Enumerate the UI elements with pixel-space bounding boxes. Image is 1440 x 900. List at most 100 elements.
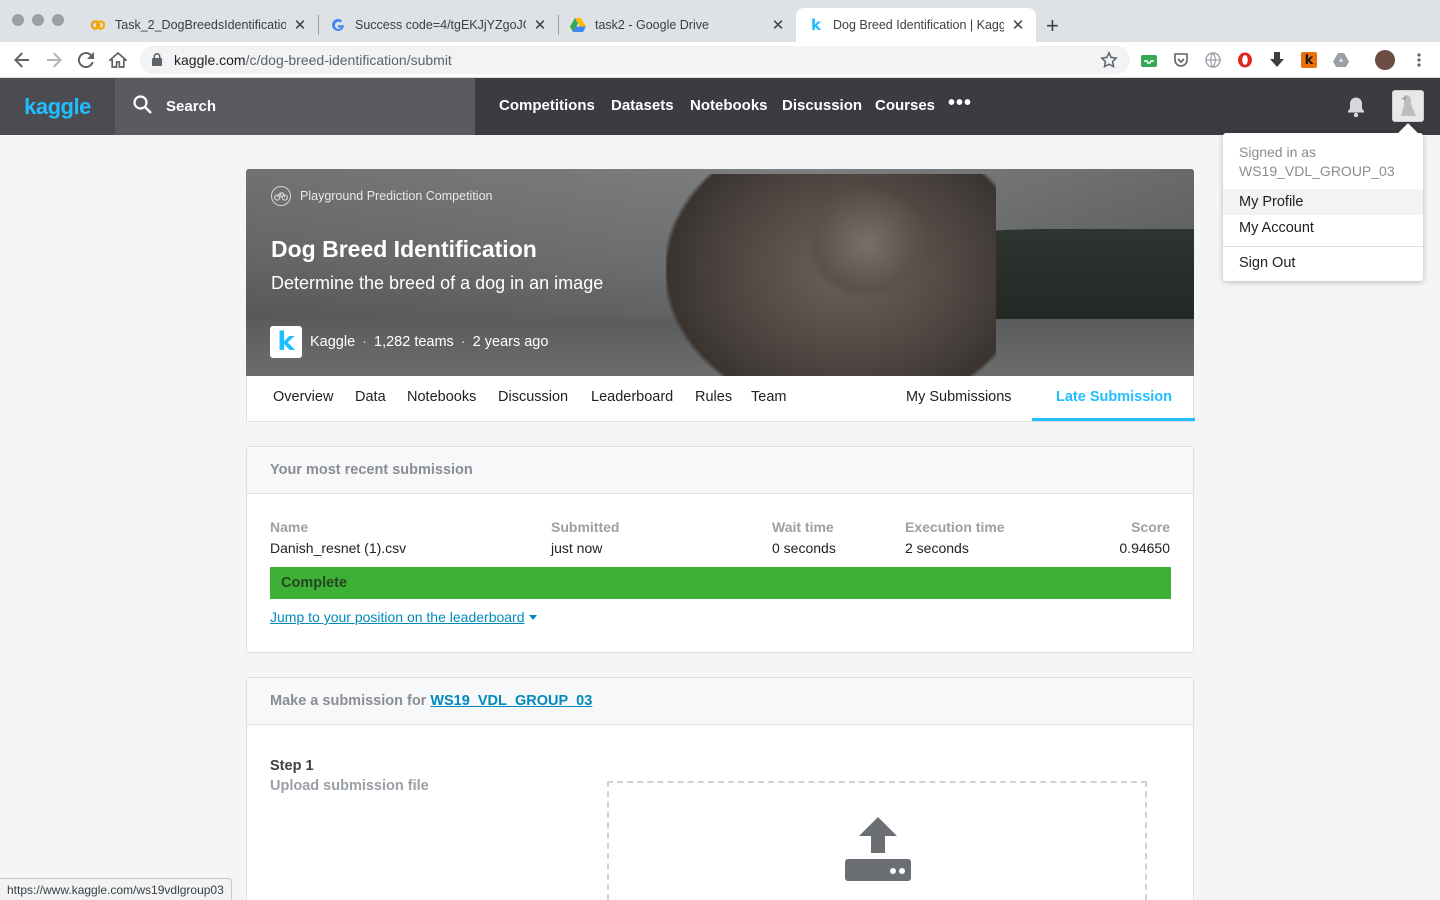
team-count: 1,282 teams: [374, 334, 454, 350]
user-menu-dropdown: Signed in as WS19_VDL_GROUP_03 My Profil…: [1223, 123, 1423, 281]
tab-title: Task_2_DogBreedsIdentification.: [115, 18, 286, 32]
nav-notebooks[interactable]: Notebooks: [690, 97, 768, 114]
status-label: Complete: [281, 575, 348, 591]
close-icon[interactable]: ✕: [770, 16, 786, 34]
team-link[interactable]: WS19_VDL_GROUP_03: [430, 693, 592, 709]
col-header-wait-time: Wait time: [772, 519, 834, 535]
host-logo[interactable]: k: [270, 326, 302, 358]
competition-banner: Playground Prediction Competition Dog Br…: [246, 169, 1194, 376]
tab-late-submission[interactable]: Late Submission: [1056, 389, 1172, 405]
close-icon[interactable]: ✕: [1010, 16, 1026, 34]
colab-icon: [90, 17, 106, 33]
drive-icon: [570, 17, 586, 33]
globe-icon[interactable]: [1204, 51, 1222, 69]
competition-age: 2 years ago: [472, 334, 549, 350]
menu-item-my-profile[interactable]: My Profile: [1223, 189, 1423, 215]
card-heading: Your most recent submission: [247, 447, 1193, 494]
tab-title: Success code=4/tgEKJjYZgoJGI: [355, 18, 526, 32]
search-icon: [133, 94, 152, 119]
browser-tab-kaggle[interactable]: k Dog Breed Identification | Kaggle ✕: [796, 8, 1036, 42]
bicycle-icon: [271, 186, 291, 206]
drive-extension-icon[interactable]: [1332, 51, 1350, 69]
kaggle-logo[interactable]: kaggle: [0, 78, 115, 135]
notifications-bell-icon[interactable]: [1346, 96, 1366, 123]
new-tab-button[interactable]: +: [1046, 13, 1059, 39]
jump-to-leaderboard-link[interactable]: Jump to your position on the leaderboard: [270, 609, 537, 625]
window-minimize-button[interactable]: [32, 14, 44, 26]
more-icon[interactable]: •••: [948, 92, 972, 115]
back-icon[interactable]: [10, 48, 34, 72]
tab-my-submissions[interactable]: My Submissions: [906, 389, 1012, 405]
menu-item-my-account[interactable]: My Account: [1223, 215, 1423, 241]
banner-dog-head: [806, 189, 926, 299]
nav-courses[interactable]: Courses: [875, 97, 935, 114]
submission-wait-time: 0 seconds: [772, 540, 836, 556]
host-logo-letter: k: [277, 327, 295, 357]
user-avatar[interactable]: [1392, 90, 1424, 122]
host-name[interactable]: Kaggle: [310, 334, 355, 350]
active-tab-indicator: [1032, 418, 1195, 421]
tab-rules[interactable]: Rules: [695, 389, 732, 405]
nav-discussion[interactable]: Discussion: [782, 97, 862, 114]
search-bar[interactable]: Search: [115, 78, 475, 135]
opera-icon[interactable]: [1236, 51, 1254, 69]
tab-leaderboard[interactable]: Leaderboard: [591, 389, 673, 405]
extension-inbox-icon[interactable]: [1140, 51, 1158, 69]
submission-heading-prefix: Make a submission for: [270, 693, 427, 709]
browser-toolbar: kaggle.com/c/dog-breed-identification/su…: [0, 42, 1440, 78]
competition-tabs: Overview Data Notebooks Discussion Leade…: [246, 376, 1195, 422]
col-header-submitted: Submitted: [551, 519, 620, 535]
nav-datasets[interactable]: Datasets: [611, 97, 674, 114]
bookmark-star-icon[interactable]: [1100, 51, 1118, 74]
google-icon: [330, 17, 346, 33]
col-header-execution-time: Execution time: [905, 519, 1005, 535]
competition-subtitle: Determine the breed of a dog in an image: [271, 273, 604, 293]
tab-notebooks[interactable]: Notebooks: [407, 389, 476, 405]
tab-discussion[interactable]: Discussion: [498, 389, 568, 405]
window-close-button[interactable]: [12, 14, 24, 26]
download-icon[interactable]: [1268, 51, 1286, 69]
browser-tab-colab[interactable]: Task_2_DogBreedsIdentification. ✕: [78, 8, 318, 42]
browser-tab-drive[interactable]: task2 - Google Drive ✕: [558, 8, 796, 42]
file-drop-zone[interactable]: [607, 781, 1147, 900]
forward-icon[interactable]: [42, 48, 66, 72]
tab-team[interactable]: Team: [751, 389, 786, 405]
category-label: Playground Prediction Competition: [300, 189, 493, 203]
close-icon[interactable]: ✕: [532, 16, 548, 34]
nav-competitions[interactable]: Competitions: [499, 97, 595, 114]
link-status-bar: https://www.kaggle.com/ws19vdlgroup03: [0, 878, 232, 900]
kaggle-extension-icon[interactable]: k: [1300, 51, 1318, 69]
profile-avatar[interactable]: [1375, 50, 1395, 70]
tab-data[interactable]: Data: [355, 389, 386, 405]
browser-tab-google[interactable]: Success code=4/tgEKJjYZgoJGI ✕: [318, 8, 558, 42]
competition-meta: k Kaggle · 1,282 teams · 2 years ago: [270, 326, 548, 358]
recent-submission-card: Your most recent submission Name Submitt…: [246, 446, 1194, 653]
col-header-name: Name: [270, 519, 309, 535]
menu-divider: [1223, 246, 1423, 247]
menu-item-sign-out[interactable]: Sign Out: [1223, 250, 1423, 276]
home-icon[interactable]: [106, 48, 130, 72]
jump-link-text: Jump to your position on the leaderboard: [270, 609, 525, 625]
meta-separator: ·: [460, 334, 466, 350]
menu-kebab-icon[interactable]: [1410, 51, 1428, 69]
search-placeholder: Search: [166, 98, 217, 115]
submission-score: 0.94650: [1119, 540, 1170, 556]
tab-title: task2 - Google Drive: [595, 18, 709, 32]
window-zoom-button[interactable]: [52, 14, 64, 26]
reload-icon[interactable]: [74, 48, 98, 72]
competition-category: Playground Prediction Competition: [271, 186, 492, 206]
submission-filename: Danish_resnet (1).csv: [270, 540, 407, 556]
tab-overview[interactable]: Overview: [273, 389, 333, 405]
lock-icon: [152, 53, 162, 71]
site-header: kaggle Search Competitions Datasets Note…: [0, 78, 1440, 135]
address-bar[interactable]: kaggle.com/c/dog-breed-identification/su…: [140, 46, 1130, 74]
caret-down-icon: [528, 614, 537, 620]
url-path: /c/dog-breed-identification/submit: [245, 52, 452, 68]
recent-heading: Your most recent submission: [270, 462, 473, 478]
kaggle-icon: k: [811, 16, 821, 34]
meta-separator: ·: [362, 334, 367, 350]
card-heading: Make a submission for WS19_VDL_GROUP_03: [247, 678, 1193, 725]
close-icon[interactable]: ✕: [292, 16, 308, 34]
pocket-icon[interactable]: [1172, 51, 1190, 69]
competition-title: Dog Breed Identification: [271, 236, 537, 262]
